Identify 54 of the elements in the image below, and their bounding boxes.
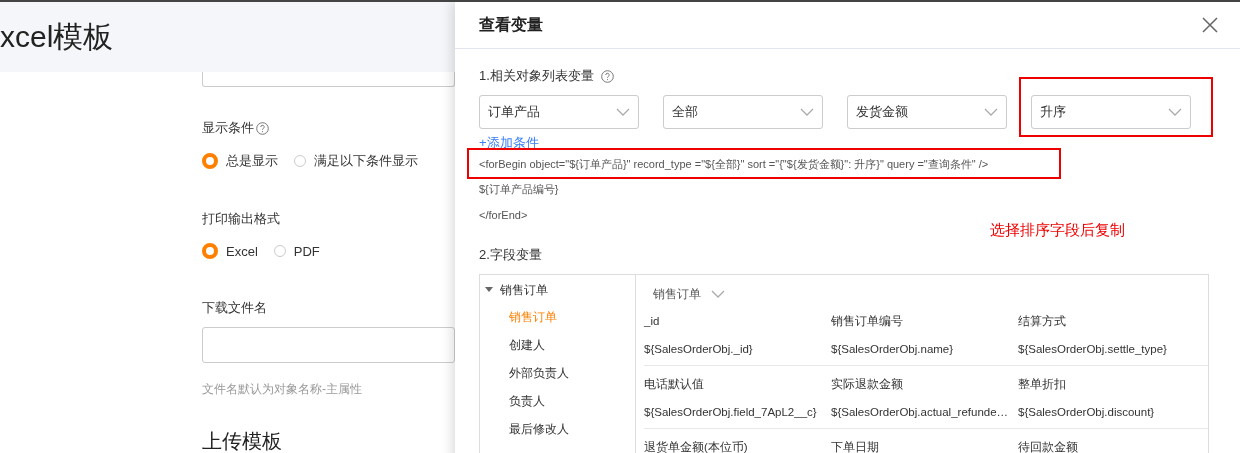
section-label: 2.字段变量 (479, 246, 542, 264)
field-name: 退货单金额(本位币) (644, 439, 749, 453)
add-condition-link[interactable]: +添加条件 (479, 134, 539, 152)
field-variable[interactable]: ${SalesOrderObj.settle_type} (1018, 343, 1208, 355)
code-line: <forBegin object="${订单产品}" record_type ="${全部}" sort ="{"${发货金额}": 升序}" query ="查询条件" /> (479, 157, 989, 172)
field-variable[interactable]: ${SalesOrderObj.actual_refunde… (831, 406, 1018, 418)
radio-option[interactable]: 满足以下条件显示 (294, 152, 418, 170)
chevron-down-icon (800, 108, 814, 116)
field-name: 待回款金额 (1018, 439, 1079, 453)
field-name: 下单日期 (831, 439, 880, 453)
close-icon (1202, 17, 1218, 33)
field-name: 整单折扣 (1018, 376, 1067, 392)
page-title: xcel模板 (0, 18, 114, 55)
radio-option[interactable]: 总是显示 (202, 152, 278, 170)
tree-item[interactable]: 最后修改人 (509, 421, 635, 439)
field-variable[interactable]: ${SalesOrderObj.field_7ApL2__c} (644, 406, 831, 418)
field-name: 销售订单编号 (831, 313, 904, 329)
input-field[interactable] (202, 327, 455, 363)
field-label: 下载文件名 (202, 299, 267, 317)
select-dropdown[interactable]: 全部 (663, 95, 823, 129)
code-line: </forEnd> (479, 208, 528, 221)
field-name: _id (644, 315, 661, 327)
field-label: 打印输出格式 (202, 210, 280, 228)
help-icon (601, 69, 615, 83)
chevron-down-icon (1168, 108, 1182, 116)
tree-item[interactable]: 外部负责人 (509, 365, 635, 383)
chevron-down-icon (711, 290, 725, 298)
help-icon (256, 121, 269, 135)
chevron-down-icon (616, 108, 630, 116)
tree-item[interactable]: 负责人 (509, 393, 635, 411)
select-dropdown[interactable]: 升序 (1031, 95, 1191, 129)
code-line: ${订单产品编号} (479, 182, 559, 197)
select-dropdown[interactable]: 订单产品 (479, 95, 639, 129)
radio-option[interactable]: Excel (202, 243, 258, 259)
hint-text: 文件名默认为对象名称-主属性 (202, 381, 363, 398)
field-variable[interactable]: ${SalesOrderObj._id} (644, 343, 831, 355)
field-name: 结算方式 (1018, 313, 1067, 329)
field-label: 显示条件 (202, 119, 254, 137)
tree-item[interactable]: 销售订单 (480, 281, 554, 299)
field-variable[interactable]: ${SalesOrderObj.discount} (1018, 406, 1208, 418)
select-dropdown[interactable]: 发货金额 (847, 95, 1007, 129)
field-variable[interactable]: ${SalesOrderObj.name} (831, 343, 1018, 355)
chevron-down-icon (984, 108, 998, 116)
panel-title: 查看变量 (479, 14, 543, 35)
radio-option[interactable]: PDF (273, 243, 320, 259)
annotation-text: 选择排序字段后复制 (990, 221, 1126, 240)
object-dropdown[interactable]: 销售订单 (644, 285, 725, 303)
input-field[interactable] (202, 72, 455, 87)
tree-item[interactable]: 创建人 (509, 337, 635, 355)
field-name: 实际退款金额 (831, 376, 904, 392)
section-label: 1.相关对象列表变量 (479, 67, 594, 85)
field-name: 电话默认值 (644, 376, 705, 392)
section-title: 上传模板 (202, 429, 283, 453)
close-button[interactable] (1202, 17, 1218, 33)
